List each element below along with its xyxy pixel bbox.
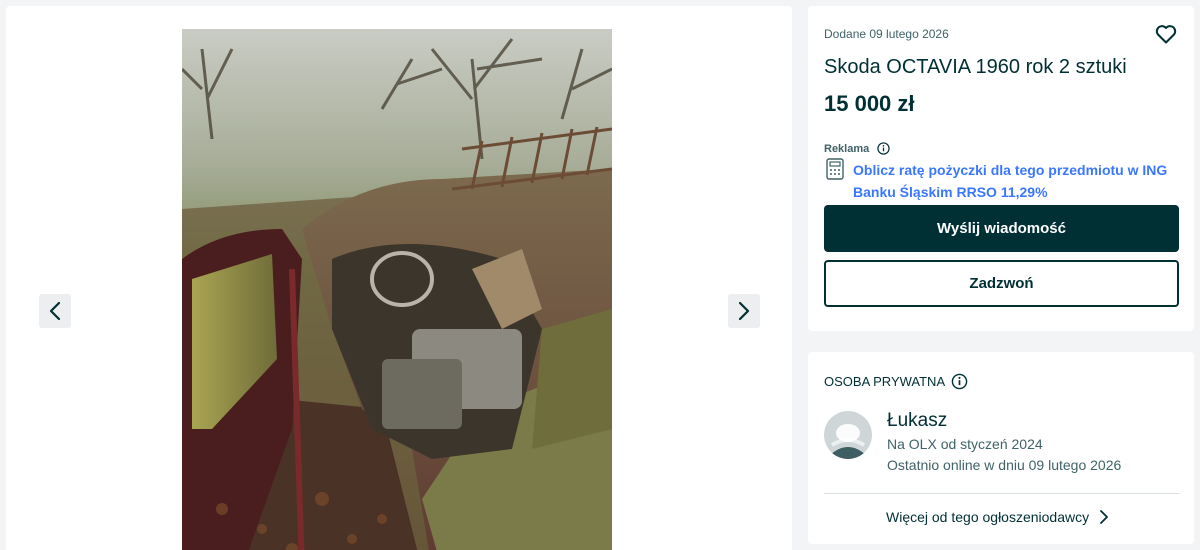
image-gallery — [6, 6, 792, 550]
more-from-seller-label: Więcej od tego ogłoszeniodawcy — [886, 509, 1090, 525]
avatar — [824, 411, 872, 459]
favorite-button[interactable] — [1154, 22, 1178, 46]
listing-photo[interactable] — [182, 29, 612, 550]
ad-label: Reklama — [824, 142, 890, 155]
listing-info-card: Dodane 09 lutego 2026 Skoda OCTAVIA 1960… — [808, 6, 1194, 331]
info-icon[interactable] — [877, 142, 890, 155]
gallery-prev-button[interactable] — [39, 294, 71, 328]
info-icon[interactable] — [951, 373, 968, 390]
send-message-button[interactable]: Wyślij wiadomość — [824, 205, 1179, 252]
gallery-next-button[interactable] — [728, 294, 760, 328]
chevron-left-icon — [49, 301, 61, 321]
chevron-right-icon — [738, 301, 750, 321]
seller-card: OSOBA PRYWATNA Łukasz Na OLX od styczeń … — [808, 352, 1194, 544]
listing-title: Skoda OCTAVIA 1960 rok 2 sztuki — [824, 56, 1127, 78]
listing-price: 15 000 zł — [824, 91, 915, 116]
seller-type-text: OSOBA PRYWATNA — [824, 374, 946, 389]
chevron-right-icon — [1100, 510, 1109, 524]
seller-last-online: Ostatnio online w dniu 09 lutego 2026 — [887, 457, 1122, 473]
ad-label-text: Reklama — [824, 142, 870, 155]
more-from-seller-link[interactable]: Więcej od tego ogłoszeniodawcy — [886, 509, 1109, 525]
loan-calculator-link[interactable]: Oblicz ratę pożyczki dla tego przedmiotu… — [853, 159, 1183, 203]
call-button[interactable]: Zadzwoń — [824, 260, 1179, 307]
divider — [824, 493, 1179, 494]
heart-icon — [1155, 25, 1177, 44]
seller-name: Łukasz — [887, 410, 948, 431]
calculator-icon — [826, 158, 844, 180]
posted-date: Dodane 09 lutego 2026 — [824, 27, 949, 41]
seller-type: OSOBA PRYWATNA — [824, 373, 968, 390]
seller-member-since: Na OLX od styczeń 2024 — [887, 436, 1043, 452]
